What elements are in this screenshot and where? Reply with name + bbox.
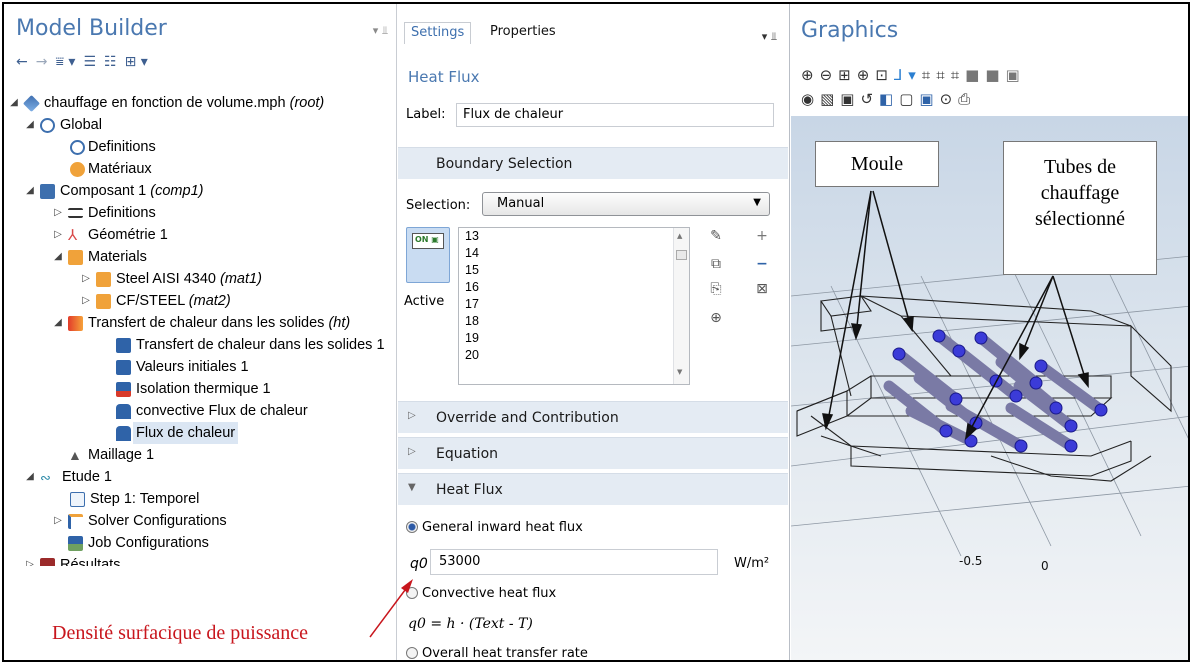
annotation-overlay	[369, 579, 413, 638]
annotation-text: Densité surfacique de puissance	[52, 622, 309, 644]
screenshot-frame: Model Builder ▾ ⫫ ← → ⩸ ▾ ☰ ☷ ⊞ ▾ ◢ chau…	[2, 2, 1190, 662]
annotation-arrowhead-icon	[401, 579, 413, 593]
